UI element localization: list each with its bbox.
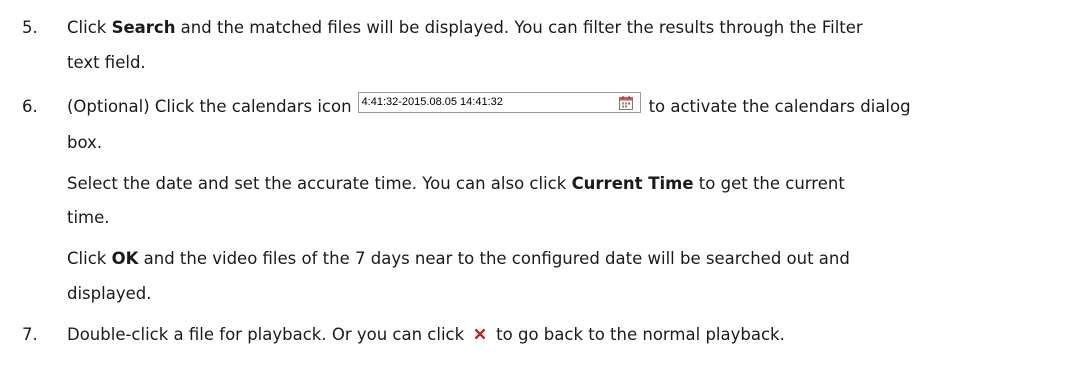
- step-5-text-post: and the matched files will be displayed.…: [175, 18, 863, 37]
- step-7-line-1: Double-click a file for playback. Or you…: [67, 323, 785, 347]
- step-6-line-1: (Optional) Click the calendars icon 4:41:…: [67, 92, 911, 119]
- step-6-line-5-pre: Click: [67, 249, 112, 268]
- calendar-icon[interactable]: [618, 95, 634, 111]
- search-term: Search: [111, 18, 176, 37]
- step-7-text-pre: Double-click a file for playback. Or you…: [67, 325, 465, 344]
- current-time-term: Current Time: [571, 174, 694, 193]
- step-6-line-2: box.: [67, 133, 103, 152]
- step-6-line-3-pre: Select the date and set the accurate tim…: [67, 174, 572, 193]
- step-6-line-3: Select the date and set the accurate tim…: [67, 172, 845, 196]
- step-6-text-post: to activate the calendars dialog: [648, 97, 911, 116]
- time-range-field[interactable]: 4:41:32-2015.08.05 14:41:32: [357, 92, 641, 113]
- step-6-line-6: displayed.: [67, 284, 152, 303]
- close-red-x-icon[interactable]: [472, 326, 488, 342]
- step-5-text-pre: Click: [67, 18, 112, 37]
- step-7-number: 7.: [22, 325, 38, 344]
- ok-term: OK: [111, 249, 139, 268]
- time-range-value: 4:41:32-2015.08.05 14:41:32: [361, 96, 503, 108]
- step-6-line-3-post: to get the current: [693, 174, 845, 193]
- step-6-text-pre: (Optional) Click the calendars icon: [67, 97, 352, 116]
- step-6-line-5: Click OK and the video files of the 7 da…: [67, 247, 850, 271]
- manual-page: 5. Click Search and the matched files wi…: [0, 0, 1092, 369]
- step-5-number: 5.: [22, 18, 38, 37]
- step-6-line-5-post: and the video files of the 7 days near t…: [138, 249, 850, 268]
- step-6-number: 6.: [22, 97, 38, 116]
- step-5-line-1: Click Search and the matched files will …: [67, 16, 863, 40]
- step-7-text-post: to go back to the normal playback.: [496, 325, 785, 344]
- step-5-line-2: text field.: [67, 53, 146, 72]
- step-6-line-4: time.: [67, 208, 110, 227]
